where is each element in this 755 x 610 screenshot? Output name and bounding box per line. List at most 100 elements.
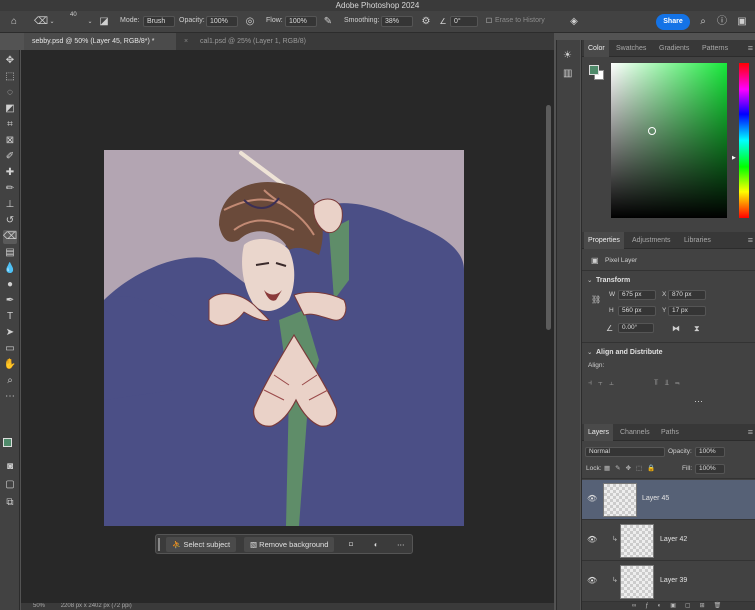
mode-select[interactable]: Brush <box>143 16 175 27</box>
width-field[interactable]: 675 px <box>618 290 656 300</box>
flip-vertical-icon[interactable]: ⧗ <box>694 324 700 334</box>
layer-opacity-field[interactable]: 100% <box>695 447 725 457</box>
help-icon[interactable]: ⓘ <box>716 16 728 28</box>
tab-color[interactable]: Color <box>584 40 609 57</box>
hue-slider-marker[interactable]: ▶ <box>732 155 736 161</box>
layer-row-layer-39[interactable]: 👁 ↳ Layer 39 <box>582 562 755 602</box>
close-tab-icon[interactable]: × <box>184 33 188 50</box>
y-field[interactable]: 17 px <box>668 306 706 316</box>
adjustments-icon[interactable]: ☀ <box>563 50 572 61</box>
more-tools-icon[interactable]: ⋯ <box>3 390 17 404</box>
more-options-icon[interactable]: ⋯ <box>397 537 405 552</box>
tab-libraries[interactable]: Libraries <box>684 232 711 249</box>
select-subject-button[interactable]: ⛹ Select subject <box>166 537 237 552</box>
hue-slider[interactable] <box>739 63 749 218</box>
tab-gradients[interactable]: Gradients <box>659 40 689 57</box>
move-tool-icon[interactable]: ✥ <box>3 54 17 68</box>
flow-field[interactable]: 100% <box>285 16 317 27</box>
airbrush-icon[interactable]: ✎ <box>322 16 334 28</box>
tab-properties[interactable]: Properties <box>584 232 624 249</box>
histogram-icon[interactable]: ▥ <box>563 68 572 79</box>
clone-stamp-tool-icon[interactable]: ⊥ <box>3 198 17 212</box>
visibility-eye-icon[interactable]: 👁 <box>587 576 597 586</box>
eyedropper-tool-icon[interactable]: ✐ <box>3 150 17 164</box>
tab-patterns[interactable]: Patterns <box>702 40 728 57</box>
zoom-tool-icon[interactable]: ⌕ <box>3 374 17 388</box>
layer-name[interactable]: Layer 42 <box>660 536 687 543</box>
brush-picker-chevron-icon[interactable]: ⌄ <box>84 16 96 28</box>
remove-background-button[interactable]: ▧ Remove background <box>244 537 335 552</box>
object-selection-tool-icon[interactable]: ◩ <box>3 102 17 116</box>
align-buttons[interactable]: ⫞⫟⫠ <box>588 378 620 388</box>
rectangle-tool-icon[interactable]: ▭ <box>3 342 17 356</box>
layer-row-layer-45[interactable]: 👁 Layer 45 <box>582 480 755 520</box>
screen-mode-icon[interactable]: ▢ <box>3 478 17 492</box>
saturation-brightness-field[interactable] <box>611 63 727 218</box>
quick-mask-icon[interactable]: ◙ <box>3 460 17 474</box>
tab-paths[interactable]: Paths <box>661 424 679 441</box>
opacity-field[interactable]: 100% <box>206 16 238 27</box>
more-options-icon[interactable]: ⋯ <box>694 396 703 407</box>
document-canvas[interactable] <box>104 150 464 526</box>
tab-channels[interactable]: Channels <box>620 424 650 441</box>
healing-brush-tool-icon[interactable]: ✚ <box>3 166 17 180</box>
brush-settings-icon[interactable]: ◪ <box>98 16 110 28</box>
layers-footer-buttons[interactable]: ∞ƒ◐▣▢⊞🗑 <box>582 602 755 610</box>
search-icon[interactable]: ⌕ <box>697 16 709 28</box>
lock-buttons[interactable]: ▦✎✥⬚🔒 <box>604 464 660 472</box>
layer-name[interactable]: Layer 45 <box>642 495 669 502</box>
flip-horizontal-icon[interactable]: ⧓ <box>672 324 680 333</box>
vertical-scrollbar[interactable] <box>546 105 551 330</box>
link-dimensions-icon[interactable]: ⛓ <box>591 295 601 304</box>
document-info[interactable]: 2208 px x 2402 px (72 ppi) <box>61 603 132 609</box>
smoothing-field[interactable]: 38% <box>381 16 413 27</box>
artboard-icon[interactable]: ⧉ <box>3 496 17 510</box>
height-field[interactable]: 560 px <box>618 306 656 316</box>
eraser-tool-icon[interactable]: ⌫ <box>3 230 17 244</box>
gradient-tool-icon[interactable]: ▤ <box>3 246 17 260</box>
crop-tool-icon[interactable]: ⌗ <box>3 118 17 132</box>
angle-field[interactable]: 0° <box>450 16 478 27</box>
rotation-angle-field[interactable]: 0.00° <box>618 323 654 333</box>
eraser-tool-icon[interactable]: ⌫ <box>34 16 48 28</box>
foreground-color-swatch[interactable] <box>589 65 599 75</box>
pen-tool-icon[interactable]: ✒ <box>3 294 17 308</box>
layer-name[interactable]: Layer 39 <box>660 577 687 584</box>
fill-field[interactable]: 100% <box>695 464 725 474</box>
blur-tool-icon[interactable]: 💧 <box>3 262 17 276</box>
pressure-opacity-icon[interactable]: ◎ <box>244 16 256 28</box>
tab-layers[interactable]: Layers <box>584 424 614 441</box>
home-icon[interactable]: ⌂ <box>8 16 20 28</box>
tool-preset-chevron-icon[interactable]: ⌄ <box>46 16 58 28</box>
zoom-level[interactable]: 50% <box>33 603 45 609</box>
document-tab-active[interactable]: sebby.psd @ 50% (Layer 45, RGB/8*) * <box>24 33 176 50</box>
tab-swatches[interactable]: Swatches <box>616 40 646 57</box>
tab-adjustments[interactable]: Adjustments <box>632 232 671 249</box>
workspace-icon[interactable]: ▣ <box>736 16 748 28</box>
visibility-eye-icon[interactable]: 👁 <box>587 535 597 545</box>
pressure-size-icon[interactable]: ◈ <box>568 16 580 28</box>
marquee-tool-icon[interactable]: ⬚ <box>3 70 17 84</box>
erase-history-checkbox[interactable]: ☐ <box>483 16 495 28</box>
history-brush-tool-icon[interactable]: ↺ <box>3 214 17 228</box>
smoothing-settings-gear-icon[interactable]: ⚙ <box>420 16 432 28</box>
brush-tool-icon[interactable]: ✏ <box>3 182 17 196</box>
path-selection-tool-icon[interactable]: ➤ <box>3 326 17 340</box>
document-tab-inactive[interactable]: cal1.psd @ 25% (Layer 1, RGB/8) <box>192 33 314 50</box>
adjustment-icon[interactable]: ◐ <box>374 537 379 552</box>
type-tool-icon[interactable]: T <box>3 310 17 324</box>
share-button[interactable]: Share <box>656 14 690 30</box>
lasso-tool-icon[interactable]: ◌ <box>3 86 17 100</box>
chevron-down-icon[interactable]: ⌄ <box>587 348 592 356</box>
dodge-tool-icon[interactable]: ● <box>3 278 17 292</box>
panel-menu-icon[interactable]: ≡ <box>748 424 753 441</box>
foreground-color-swatch[interactable] <box>3 438 12 447</box>
layer-row-layer-42[interactable]: 👁 ↳ Layer 42 <box>582 521 755 561</box>
visibility-eye-icon[interactable]: 👁 <box>587 494 597 504</box>
blend-mode-select[interactable]: Normal <box>585 447 665 457</box>
panel-menu-icon[interactable]: ≡ <box>748 40 753 57</box>
drag-handle[interactable] <box>158 538 160 551</box>
x-field[interactable]: 870 px <box>668 290 706 300</box>
brush-size-value[interactable]: 40 <box>70 12 77 18</box>
hand-tool-icon[interactable]: ✋ <box>3 358 17 372</box>
